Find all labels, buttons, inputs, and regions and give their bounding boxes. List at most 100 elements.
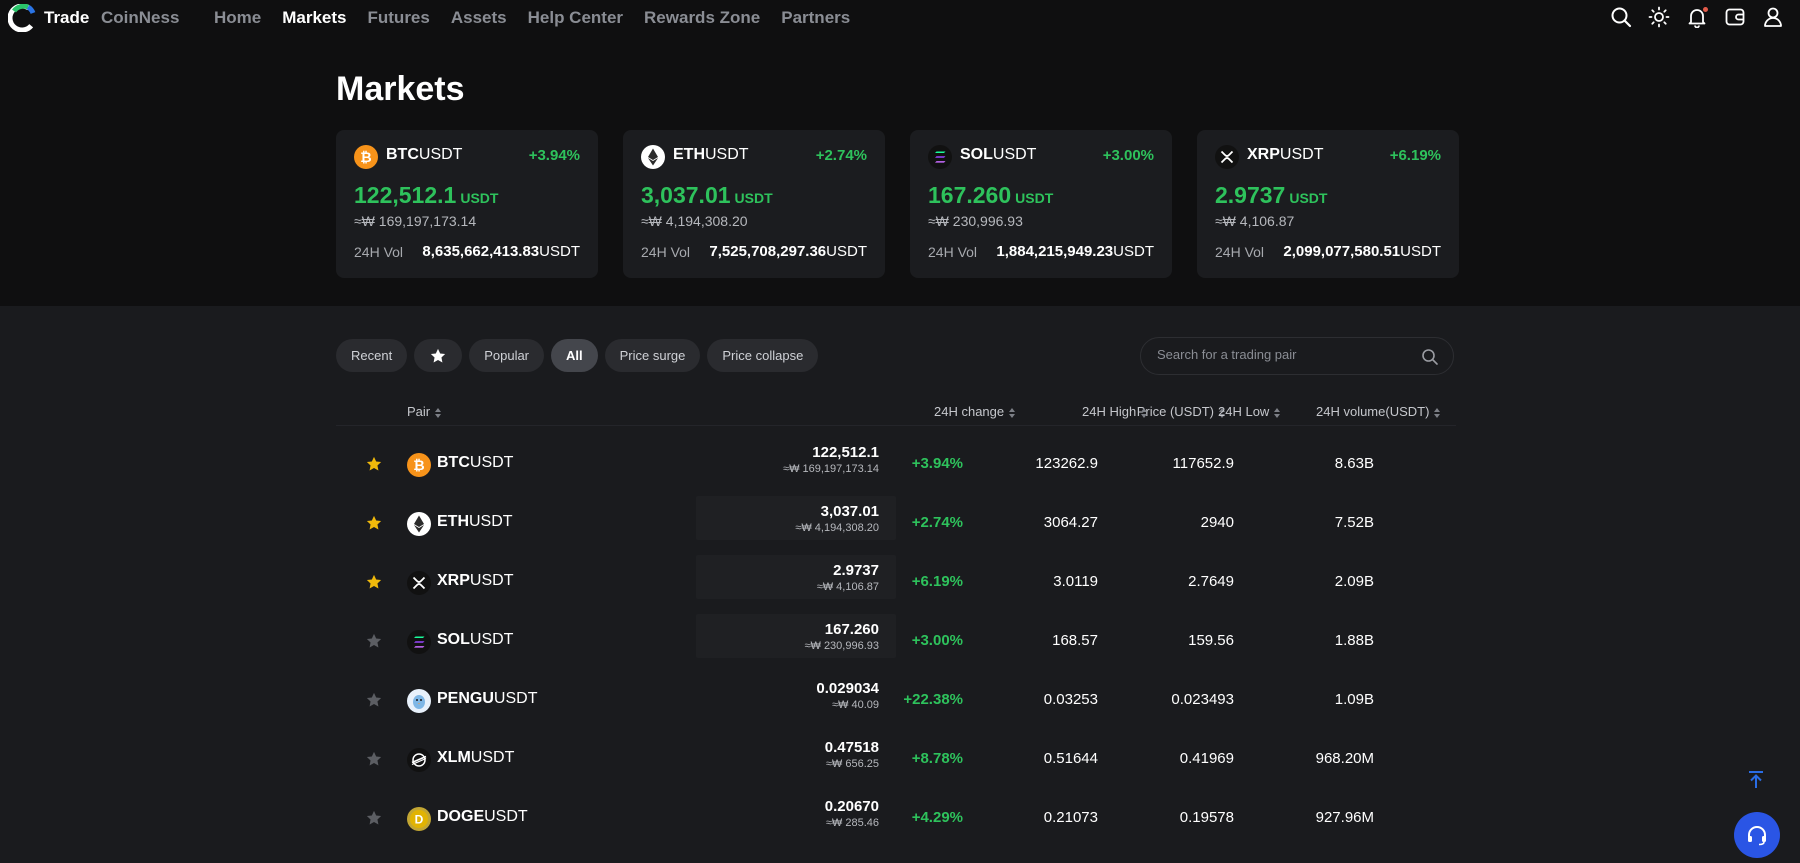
favorite-star-icon[interactable] [365, 632, 383, 650]
favorite-toggle[interactable] [365, 750, 383, 768]
card-vol-unit: USDT [826, 243, 867, 260]
favorite-toggle[interactable] [365, 514, 383, 532]
filter-favorites[interactable] [414, 339, 463, 372]
menu-help-center[interactable]: Help Center [528, 8, 623, 28]
table-row[interactable]: SOLUSDT 167.260 ≈₩ 230,996.93 +3.00% 168… [336, 612, 1456, 671]
row-pair[interactable]: BTCUSDT [437, 454, 513, 472]
filter-price-surge[interactable]: Price surge [604, 339, 701, 372]
header-change[interactable]: 24H change [934, 404, 1016, 419]
row-quote: USDT [469, 572, 514, 589]
row-low: 0.19578 [1179, 809, 1234, 826]
card-krw: ≈₩ 169,197,173.14 [354, 213, 477, 229]
card-krw: ≈₩ 230,996.93 [928, 213, 1023, 229]
row-base: PENGU [437, 690, 494, 707]
table-row[interactable]: D DOGEUSDT 0.20670 ≈₩ 285.46 +4.29% 0.21… [336, 789, 1456, 848]
row-pair[interactable]: XRPUSDT [437, 572, 513, 590]
doge-icon: D [407, 807, 431, 831]
filter-chips: Recent Popular All Price surge Price col… [336, 339, 819, 372]
favorite-star-icon[interactable] [365, 691, 383, 709]
row-pair[interactable]: DOGEUSDT [437, 808, 528, 826]
coin-icon-wrap: ₿ [407, 453, 431, 477]
filter-price-collapse[interactable]: Price collapse [707, 339, 819, 372]
logo-icon[interactable] [8, 4, 36, 32]
user-profile-icon[interactable] [1762, 6, 1784, 28]
favorite-star-filled-icon[interactable] [365, 455, 383, 473]
header-low-label: 24H Low [1218, 404, 1270, 419]
market-card-xrp[interactable]: XRPUSDT +6.19% 2.9737 USDT ≈₩ 4,106.87 24… [1197, 130, 1459, 278]
row-price: 122,512.1 ≈₩ 169,197,173.14 [783, 444, 879, 475]
market-card-sol[interactable]: SOLUSDT +3.00% 167.260 USDT ≈₩ 230,996.93… [910, 130, 1172, 278]
card-change: +6.19% [1389, 147, 1441, 164]
favorite-star-filled-icon[interactable] [365, 514, 383, 532]
notification-bell-icon[interactable] [1686, 6, 1708, 29]
svg-text:₿: ₿ [360, 149, 371, 165]
menu-partners[interactable]: Partners [781, 8, 850, 28]
row-high: 123262.9 [1035, 455, 1098, 472]
row-quote: USDT [493, 690, 538, 707]
menu-rewards-zone[interactable]: Rewards Zone [644, 8, 760, 28]
header-change-label: 24H change [934, 404, 1005, 419]
card-vol: 2,099,077,580.51USDT [1283, 243, 1441, 260]
coin-icon-wrap [928, 145, 952, 169]
wallet-icon[interactable] [1724, 6, 1746, 28]
filter-all[interactable]: All [551, 339, 598, 372]
row-low: 0.41969 [1179, 750, 1234, 767]
table-row[interactable]: XRPUSDT 2.9737 ≈₩ 4,106.87 +6.19% 3.0119… [336, 553, 1456, 612]
filter-recent[interactable]: Recent [336, 339, 408, 372]
row-quote: USDT [484, 808, 528, 825]
header-price[interactable]: Price (USDT) [1137, 404, 1225, 419]
row-pair[interactable]: ETHUSDT [437, 513, 513, 531]
row-high: 0.21073 [1043, 809, 1098, 826]
search-icon[interactable] [1421, 348, 1439, 366]
header-volume[interactable]: 24H volume(USDT) [1316, 404, 1441, 419]
favorite-star-icon[interactable] [365, 809, 383, 827]
filter-popular[interactable]: Popular [469, 339, 545, 372]
card-vol-value: 1,884,215,949.23 [996, 243, 1114, 260]
row-pair[interactable]: XLMUSDT [437, 749, 514, 767]
coin-icon-wrap [407, 689, 431, 713]
header-high[interactable]: 24H High [1082, 404, 1148, 419]
header-low[interactable]: 24H Low [1218, 404, 1281, 419]
favorite-toggle[interactable] [365, 809, 383, 827]
row-volume: 7.52B [1334, 514, 1374, 531]
theme-toggle-sun-icon[interactable] [1648, 6, 1670, 28]
table-row[interactable]: ₿ BTCUSDT 122,512.1 ≈₩ 169,197,173.14 +3… [336, 435, 1456, 494]
header-pair[interactable]: Pair [407, 404, 442, 419]
favorite-toggle[interactable] [365, 691, 383, 709]
market-card-btc[interactable]: ₿ BTCUSDT +3.94% 122,512.1 USDT ≈₩ 169,19… [336, 130, 598, 278]
sort-icon [1274, 407, 1281, 418]
table-header: Pair Price (USDT) 24H change 24H High 24… [336, 396, 1456, 426]
menu-assets[interactable]: Assets [451, 8, 507, 28]
eth-icon [407, 512, 431, 536]
row-price: 2.9737 ≈₩ 4,106.87 [817, 562, 879, 593]
menu-home[interactable]: Home [214, 8, 261, 28]
scroll-to-top-icon[interactable] [1745, 769, 1767, 791]
market-card-eth[interactable]: ETHUSDT +2.74% 3,037.01 USDT ≈₩ 4,194,308… [623, 130, 885, 278]
menu-futures[interactable]: Futures [368, 8, 430, 28]
table-row[interactable]: PENGUUSDT 0.029034 ≈₩ 40.09 +22.38% 0.03… [336, 671, 1456, 730]
table-row[interactable]: XLMUSDT 0.47518 ≈₩ 656.25 +8.78% 0.51644… [336, 730, 1456, 789]
table-row[interactable]: ETHUSDT 3,037.01 ≈₩ 4,194,308.20 +2.74% … [336, 494, 1456, 553]
row-price-krw: ≈₩ 4,106.87 [816, 581, 879, 593]
favorite-star-filled-icon[interactable] [365, 573, 383, 591]
card-krw: ≈₩ 4,194,308.20 [641, 213, 748, 229]
row-price: 0.20670 ≈₩ 285.46 [825, 798, 879, 829]
favorite-toggle[interactable] [365, 573, 383, 591]
customer-support-button[interactable] [1734, 812, 1780, 858]
card-vol-label: 24H Vol [928, 244, 978, 260]
card-price-value: 3,037.01 [641, 182, 731, 208]
brand-trade[interactable]: Trade [44, 8, 89, 28]
favorite-star-icon[interactable] [365, 750, 383, 768]
brand-coinness[interactable]: CoinNess [101, 8, 179, 28]
search-input[interactable] [1157, 347, 1407, 362]
card-quote: USDT [418, 146, 463, 163]
search-icon[interactable] [1610, 6, 1632, 28]
card-change: +3.94% [528, 147, 580, 164]
card-change: +3.00% [1102, 147, 1154, 164]
row-pair[interactable]: PENGUUSDT [437, 690, 537, 708]
favorite-toggle[interactable] [365, 455, 383, 473]
menu-markets[interactable]: Markets [282, 8, 346, 28]
row-pair[interactable]: SOLUSDT [437, 631, 513, 649]
favorite-toggle[interactable] [365, 632, 383, 650]
row-volume: 927.96M [1315, 809, 1374, 826]
